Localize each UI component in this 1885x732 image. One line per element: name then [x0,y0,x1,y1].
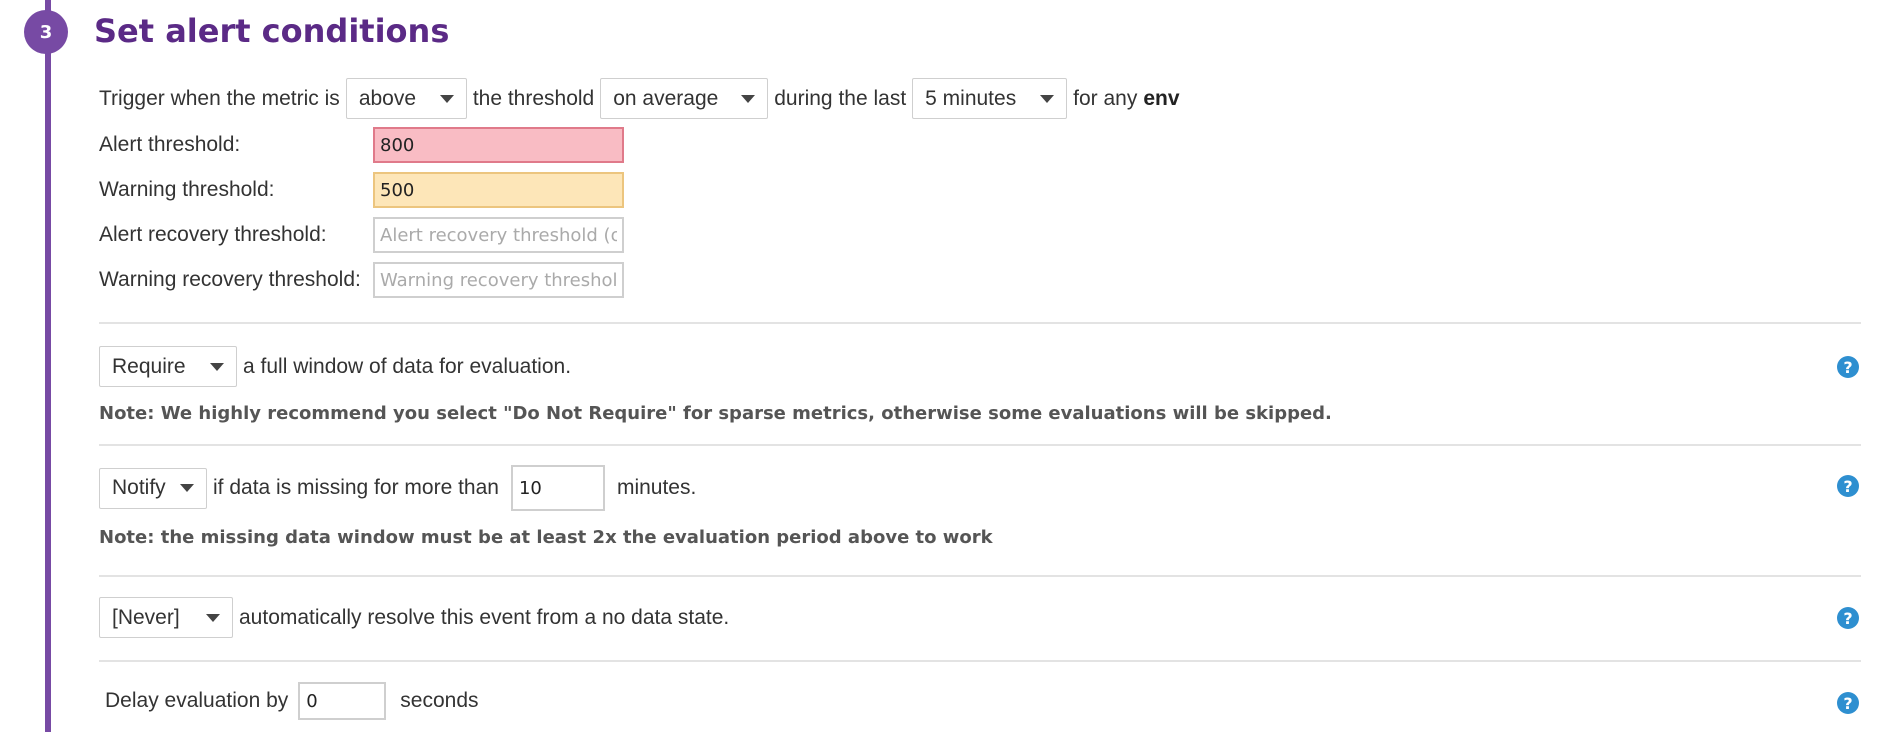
help-icon[interactable]: ? [1837,692,1859,714]
help-icon[interactable]: ? [1837,607,1859,629]
chevron-down-icon [206,613,220,622]
alert-threshold-label: Alert threshold: [99,133,241,156]
comparison-select[interactable]: above [345,78,467,119]
trigger-text: Trigger when the metric is [99,86,340,110]
auto-resolve-select[interactable]: [Never] [99,597,233,638]
chevron-down-icon [180,484,194,492]
delay-text: Delay evaluation by [105,689,289,712]
section-title: Set alert conditions [94,12,450,50]
warning-threshold-label: Warning threshold: [99,178,275,201]
full-window-select[interactable]: Require [99,346,237,387]
threshold-text: the threshold [472,86,595,110]
divider [99,322,1861,324]
window-select[interactable]: 5 minutes [912,78,1068,119]
aggregation-select[interactable]: on average [600,78,769,119]
warning-threshold-input[interactable] [373,172,624,208]
chevron-down-icon [1040,94,1055,103]
alert-threshold-input[interactable] [373,127,624,163]
missing-data-text: if data is missing for more than [213,476,499,499]
auto-resolve-row: [Never] automatically resolve this event… [99,597,735,638]
aggregation-select-value: on average [613,86,719,110]
missing-data-row: Notify if data is missing for more than … [99,465,702,511]
window-select-value: 5 minutes [925,86,1017,110]
full-window-text: a full window of data for evaluation. [243,354,572,378]
chevron-down-icon [210,362,224,371]
auto-resolve-select-value: [Never] [112,605,180,629]
alert-recovery-threshold-label: Alert recovery threshold: [99,223,327,246]
seconds-text: seconds [400,689,479,712]
notify-no-data-select[interactable]: Notify [99,467,207,509]
divider [99,444,1861,446]
divider [99,575,1861,577]
delay-evaluation-row: Delay evaluation by seconds [105,682,485,720]
during-text: during the last [774,86,907,110]
delay-seconds-input[interactable] [298,682,387,720]
auto-resolve-text: automatically resolve this event from a … [239,605,730,629]
divider [99,660,1861,662]
help-icon[interactable]: ? [1837,475,1859,497]
trigger-row: Trigger when the metric is above the thr… [99,78,1180,119]
alert-recovery-threshold-input[interactable] [373,217,624,253]
notify-no-data-select-value: Notify [112,476,166,499]
full-window-note: Note: We highly recommend you select "Do… [99,403,1332,424]
missing-data-note: Note: the missing data window must be at… [99,527,993,548]
help-icon[interactable]: ? [1837,356,1859,378]
warning-recovery-threshold-label: Warning recovery threshold: [99,268,361,291]
minutes-text: minutes. [616,476,697,499]
full-window-select-value: Require [112,354,186,378]
comparison-select-value: above [358,86,417,110]
no-data-minutes-input[interactable] [510,465,605,511]
step-number-badge: 3 [24,10,68,54]
full-window-row: Require a full window of data for evalua… [99,346,577,387]
chevron-down-icon [439,94,454,103]
for-any-text: for any [1073,86,1138,110]
chevron-down-icon [741,94,756,103]
group-by-tag: env [1143,86,1180,110]
step-rail [45,0,51,732]
warning-recovery-threshold-input[interactable] [373,262,624,298]
